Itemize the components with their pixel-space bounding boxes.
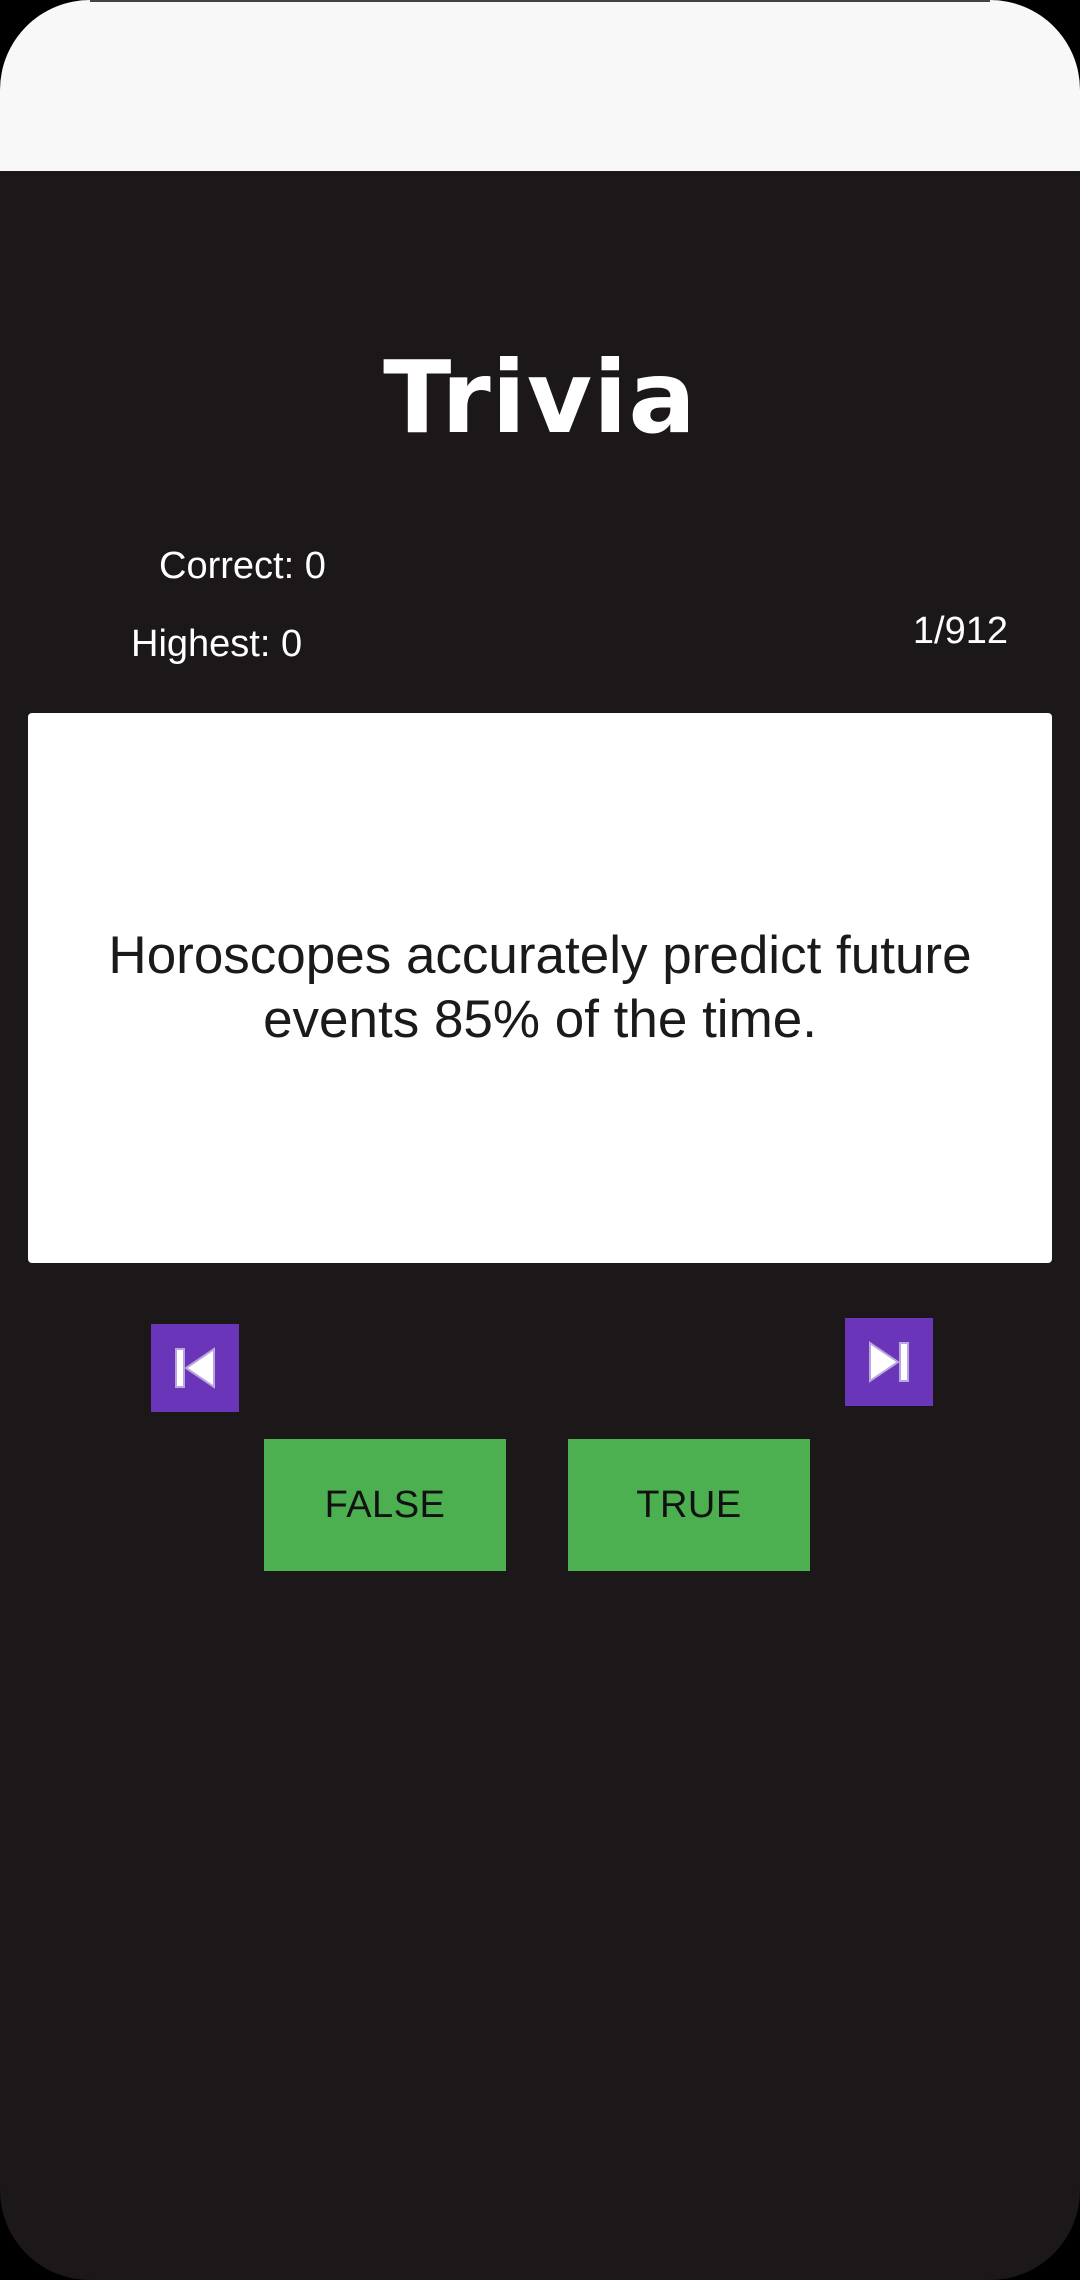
question-card: Horoscopes accurately predict future eve… <box>28 713 1052 1263</box>
skip-previous-icon <box>175 1347 215 1389</box>
app-title: Trivia <box>383 339 697 456</box>
question-counter: 1/912 <box>912 610 1008 652</box>
true-button[interactable]: TRUE <box>568 1439 810 1571</box>
correct-count: Correct: 0 <box>159 545 326 587</box>
top-edge-line <box>90 0 990 2</box>
skip-next-icon <box>869 1341 909 1383</box>
next-question-button[interactable] <box>845 1318 933 1406</box>
previous-question-button[interactable] <box>151 1324 239 1412</box>
status-bar <box>0 0 1080 171</box>
false-button[interactable]: FALSE <box>264 1439 506 1571</box>
highest-score: Highest: 0 <box>131 623 303 665</box>
app-screen: Trivia Correct: 0 Highest: 0 1/912 Horos… <box>0 0 1080 2280</box>
question-text: Horoscopes accurately predict future eve… <box>108 926 972 1049</box>
